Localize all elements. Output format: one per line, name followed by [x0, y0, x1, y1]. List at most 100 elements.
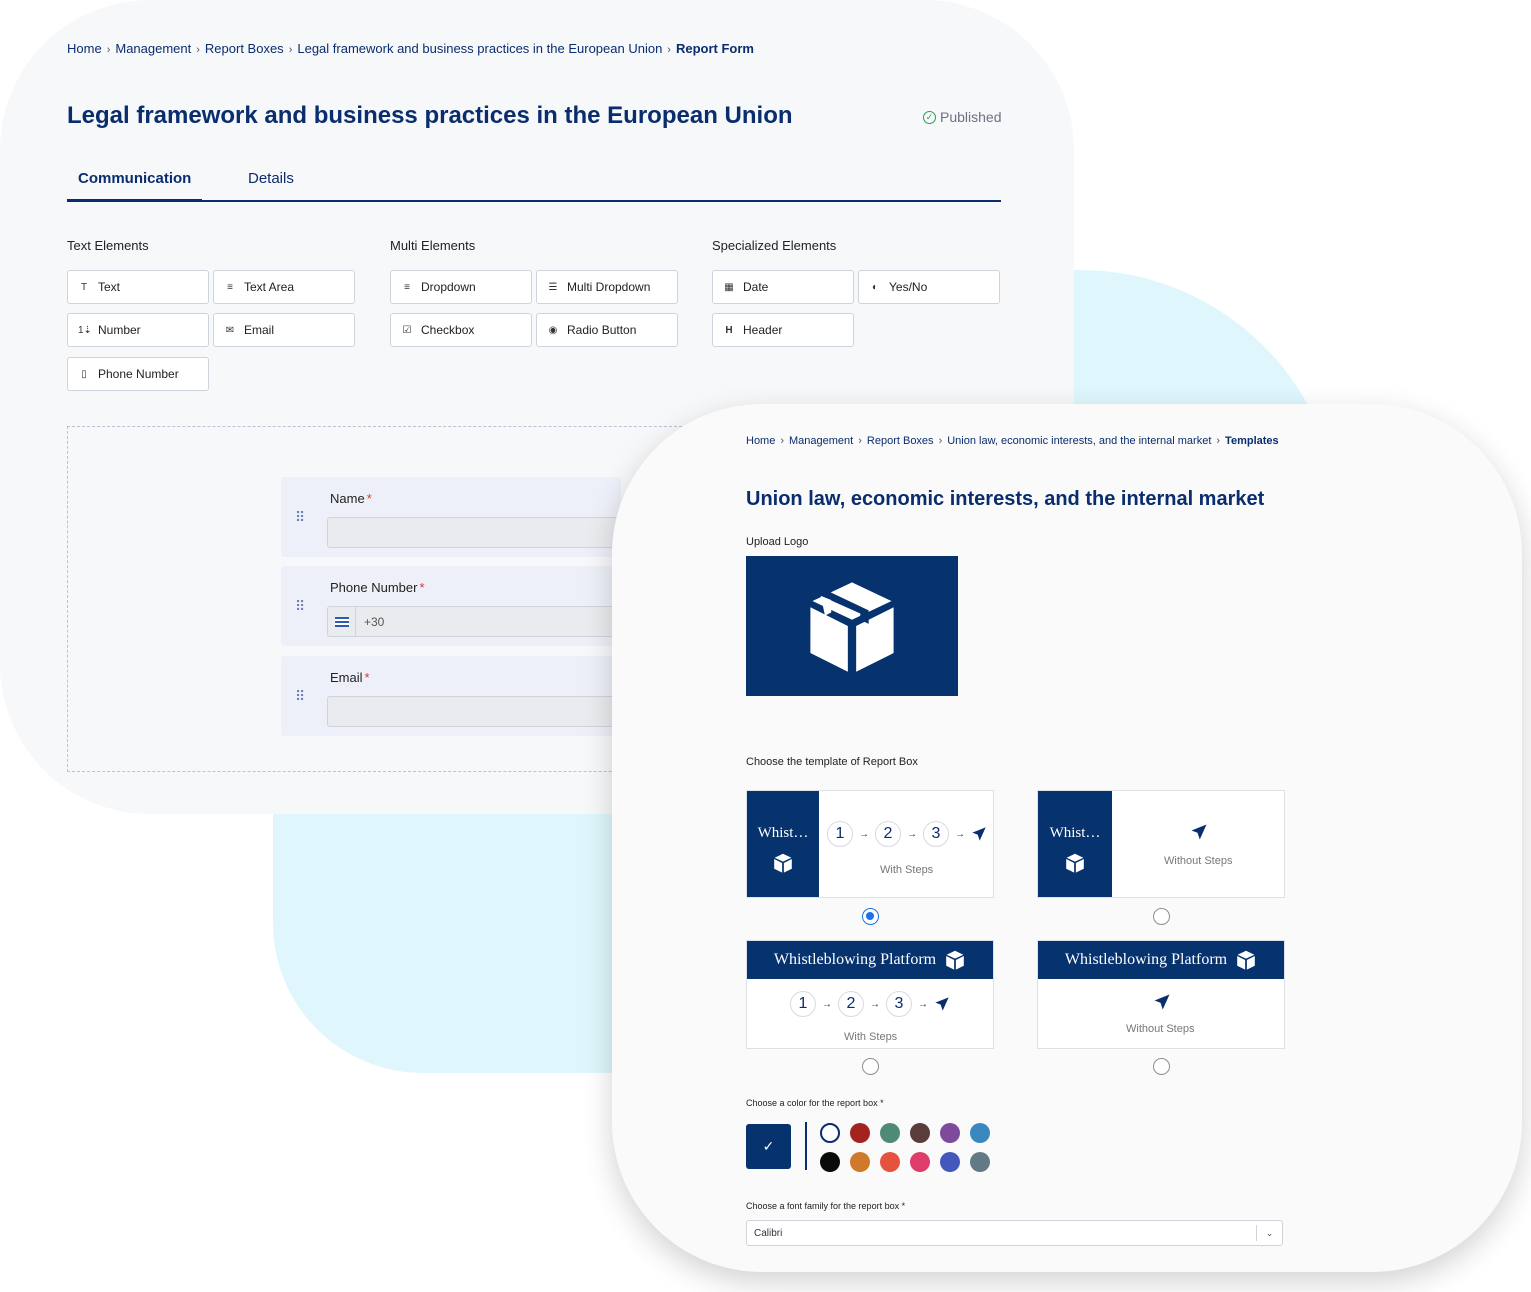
drag-handle-icon[interactable]: ⠿: [295, 598, 305, 615]
element-number-button[interactable]: 1⇣ Number: [67, 313, 209, 347]
radio-icon: ◉: [548, 324, 558, 336]
template-side-title: Whist…: [1049, 825, 1101, 841]
page-title: Union law, economic interests, and the i…: [746, 488, 1265, 510]
drag-handle-icon[interactable]: ⠿: [295, 509, 305, 526]
drag-handle-icon[interactable]: ⠿: [295, 688, 305, 705]
page-title: Legal framework and business practices i…: [67, 102, 793, 129]
color-swatch[interactable]: [850, 1152, 870, 1172]
dropdown-icon: ≡: [404, 281, 410, 293]
send-plane-icon: [972, 827, 986, 841]
status-text: Published: [940, 109, 1002, 125]
selected-color-swatch[interactable]: ✓: [746, 1124, 791, 1169]
color-swatch[interactable]: [970, 1152, 990, 1172]
color-swatch[interactable]: [820, 1152, 840, 1172]
element-phone-button[interactable]: ▯ Phone Number: [67, 357, 209, 391]
step-1: 1: [790, 991, 816, 1017]
form-field-email[interactable]: ⠿ Email *: [281, 656, 627, 736]
template-radio-2[interactable]: [1153, 908, 1170, 925]
element-multi-dropdown-button[interactable]: ☰ Multi Dropdown: [536, 270, 678, 304]
toggle-icon: ◐: [871, 281, 879, 293]
template-side-title: Whist…: [757, 825, 809, 841]
template-header-bar: Whistleblowing Platform: [747, 941, 993, 979]
element-header-button[interactable]: H Header: [712, 313, 854, 347]
arrow-right-icon: →: [907, 828, 917, 840]
step-3: 3: [886, 991, 912, 1017]
template-side-panel: Whist…: [747, 791, 819, 897]
steps-indicator: 1 → 2 → 3 →: [827, 821, 987, 847]
required-marker: *: [419, 580, 425, 595]
field-label: Phone Number *: [330, 580, 425, 595]
color-swatch[interactable]: [970, 1123, 990, 1143]
template-radio-4[interactable]: [1153, 1058, 1170, 1075]
color-swatch[interactable]: [940, 1123, 960, 1143]
color-swatch[interactable]: [880, 1152, 900, 1172]
breadcrumb-management[interactable]: Management: [789, 435, 853, 447]
form-field-phone[interactable]: ⠿ Phone Number * +30: [281, 566, 627, 646]
font-family-select[interactable]: Calibri ⌄: [746, 1220, 1283, 1246]
font-family-value: Calibri: [754, 1227, 783, 1239]
template-header-without-steps[interactable]: Whistleblowing Platform Without Steps: [1037, 940, 1285, 1049]
color-swatch[interactable]: [910, 1152, 930, 1172]
tab-bar: Communication Details: [66, 166, 1001, 202]
arrow-right-icon: →: [822, 998, 832, 1010]
templates-card: Home › Management › Report Boxes › Union law, …: [612, 404, 1522, 1272]
element-date-label: Date: [743, 280, 769, 294]
required-marker: *: [366, 491, 372, 506]
phone-input[interactable]: +30: [327, 606, 627, 637]
color-swatch[interactable]: [880, 1123, 900, 1143]
checkbox-icon: ☑: [402, 324, 412, 336]
color-swatch[interactable]: [940, 1152, 960, 1172]
tab-details[interactable]: Details: [248, 170, 294, 187]
color-swatch[interactable]: [910, 1123, 930, 1143]
tab-communication[interactable]: Communication: [66, 170, 203, 202]
text-icon: T: [80, 281, 88, 293]
element-date-button[interactable]: ▦ Date: [712, 270, 854, 304]
status-badge: ✓ Published: [923, 109, 1002, 125]
breadcrumb-current: Templates: [1225, 435, 1279, 447]
email-input[interactable]: [327, 696, 627, 727]
element-textarea-label: Text Area: [244, 280, 295, 294]
breadcrumb-current: Report Form: [675, 41, 754, 56]
greece-flag-icon[interactable]: [328, 607, 356, 636]
color-swatch[interactable]: [850, 1123, 870, 1143]
breadcrumb-report-box[interactable]: Legal framework and business practices i…: [297, 41, 662, 56]
breadcrumb-home[interactable]: Home: [746, 435, 775, 447]
breadcrumb-report-boxes[interactable]: Report Boxes: [867, 435, 934, 447]
color-swatch[interactable]: [820, 1123, 840, 1143]
name-input[interactable]: [327, 517, 627, 548]
template-caption: With Steps: [844, 1031, 898, 1043]
text-elements-label: Text Elements: [67, 238, 149, 253]
element-text-button[interactable]: T Text: [67, 270, 209, 304]
form-field-name[interactable]: ⠿ Name *: [281, 477, 627, 557]
package-box-icon: [1066, 853, 1084, 873]
template-side-without-steps[interactable]: Whist… Without Steps: [1037, 790, 1285, 898]
breadcrumb-report-boxes[interactable]: Report Boxes: [205, 41, 284, 56]
breadcrumb-home[interactable]: Home: [67, 41, 102, 56]
color-divider: [805, 1122, 807, 1170]
element-radio-button[interactable]: ◉ Radio Button: [536, 313, 678, 347]
template-header-with-steps[interactable]: Whistleblowing Platform 1 → 2 → 3 → With St…: [746, 940, 994, 1049]
chevron-down-icon[interactable]: ⌄: [1256, 1225, 1282, 1241]
number-icon: 1⇣: [78, 324, 92, 336]
font-label: Choose a font family for the report box …: [746, 1201, 906, 1211]
breadcrumb-report-box[interactable]: Union law, economic interests, and the i…: [947, 435, 1211, 447]
template-side-with-steps[interactable]: Whist… 1 → 2 → 3 → With Steps: [746, 790, 994, 898]
element-dropdown-button[interactable]: ≡ Dropdown: [390, 270, 532, 304]
element-checkbox-button[interactable]: ☑ Checkbox: [390, 313, 532, 347]
heading-icon: H: [725, 324, 733, 336]
template-label: Choose the template of Report Box: [746, 756, 918, 768]
template-radio-1[interactable]: [862, 908, 879, 925]
element-radio-label: Radio Button: [567, 323, 637, 337]
element-checkbox-label: Checkbox: [421, 323, 475, 337]
calendar-icon: ▦: [724, 281, 734, 293]
element-yesno-button[interactable]: ◐ Yes/No: [858, 270, 1000, 304]
element-textarea-button[interactable]: ≡ Text Area: [213, 270, 355, 304]
element-email-button[interactable]: ✉ Email: [213, 313, 355, 347]
breadcrumb: Home › Management › Report Boxes › Legal frame…: [67, 41, 754, 56]
template-radio-3[interactable]: [862, 1058, 879, 1075]
field-label-text: Email: [330, 670, 363, 685]
breadcrumb-management[interactable]: Management: [115, 41, 191, 56]
mobile-phone-icon: ▯: [81, 368, 87, 380]
logo-upload[interactable]: [746, 556, 958, 696]
package-box-icon: [774, 853, 792, 873]
